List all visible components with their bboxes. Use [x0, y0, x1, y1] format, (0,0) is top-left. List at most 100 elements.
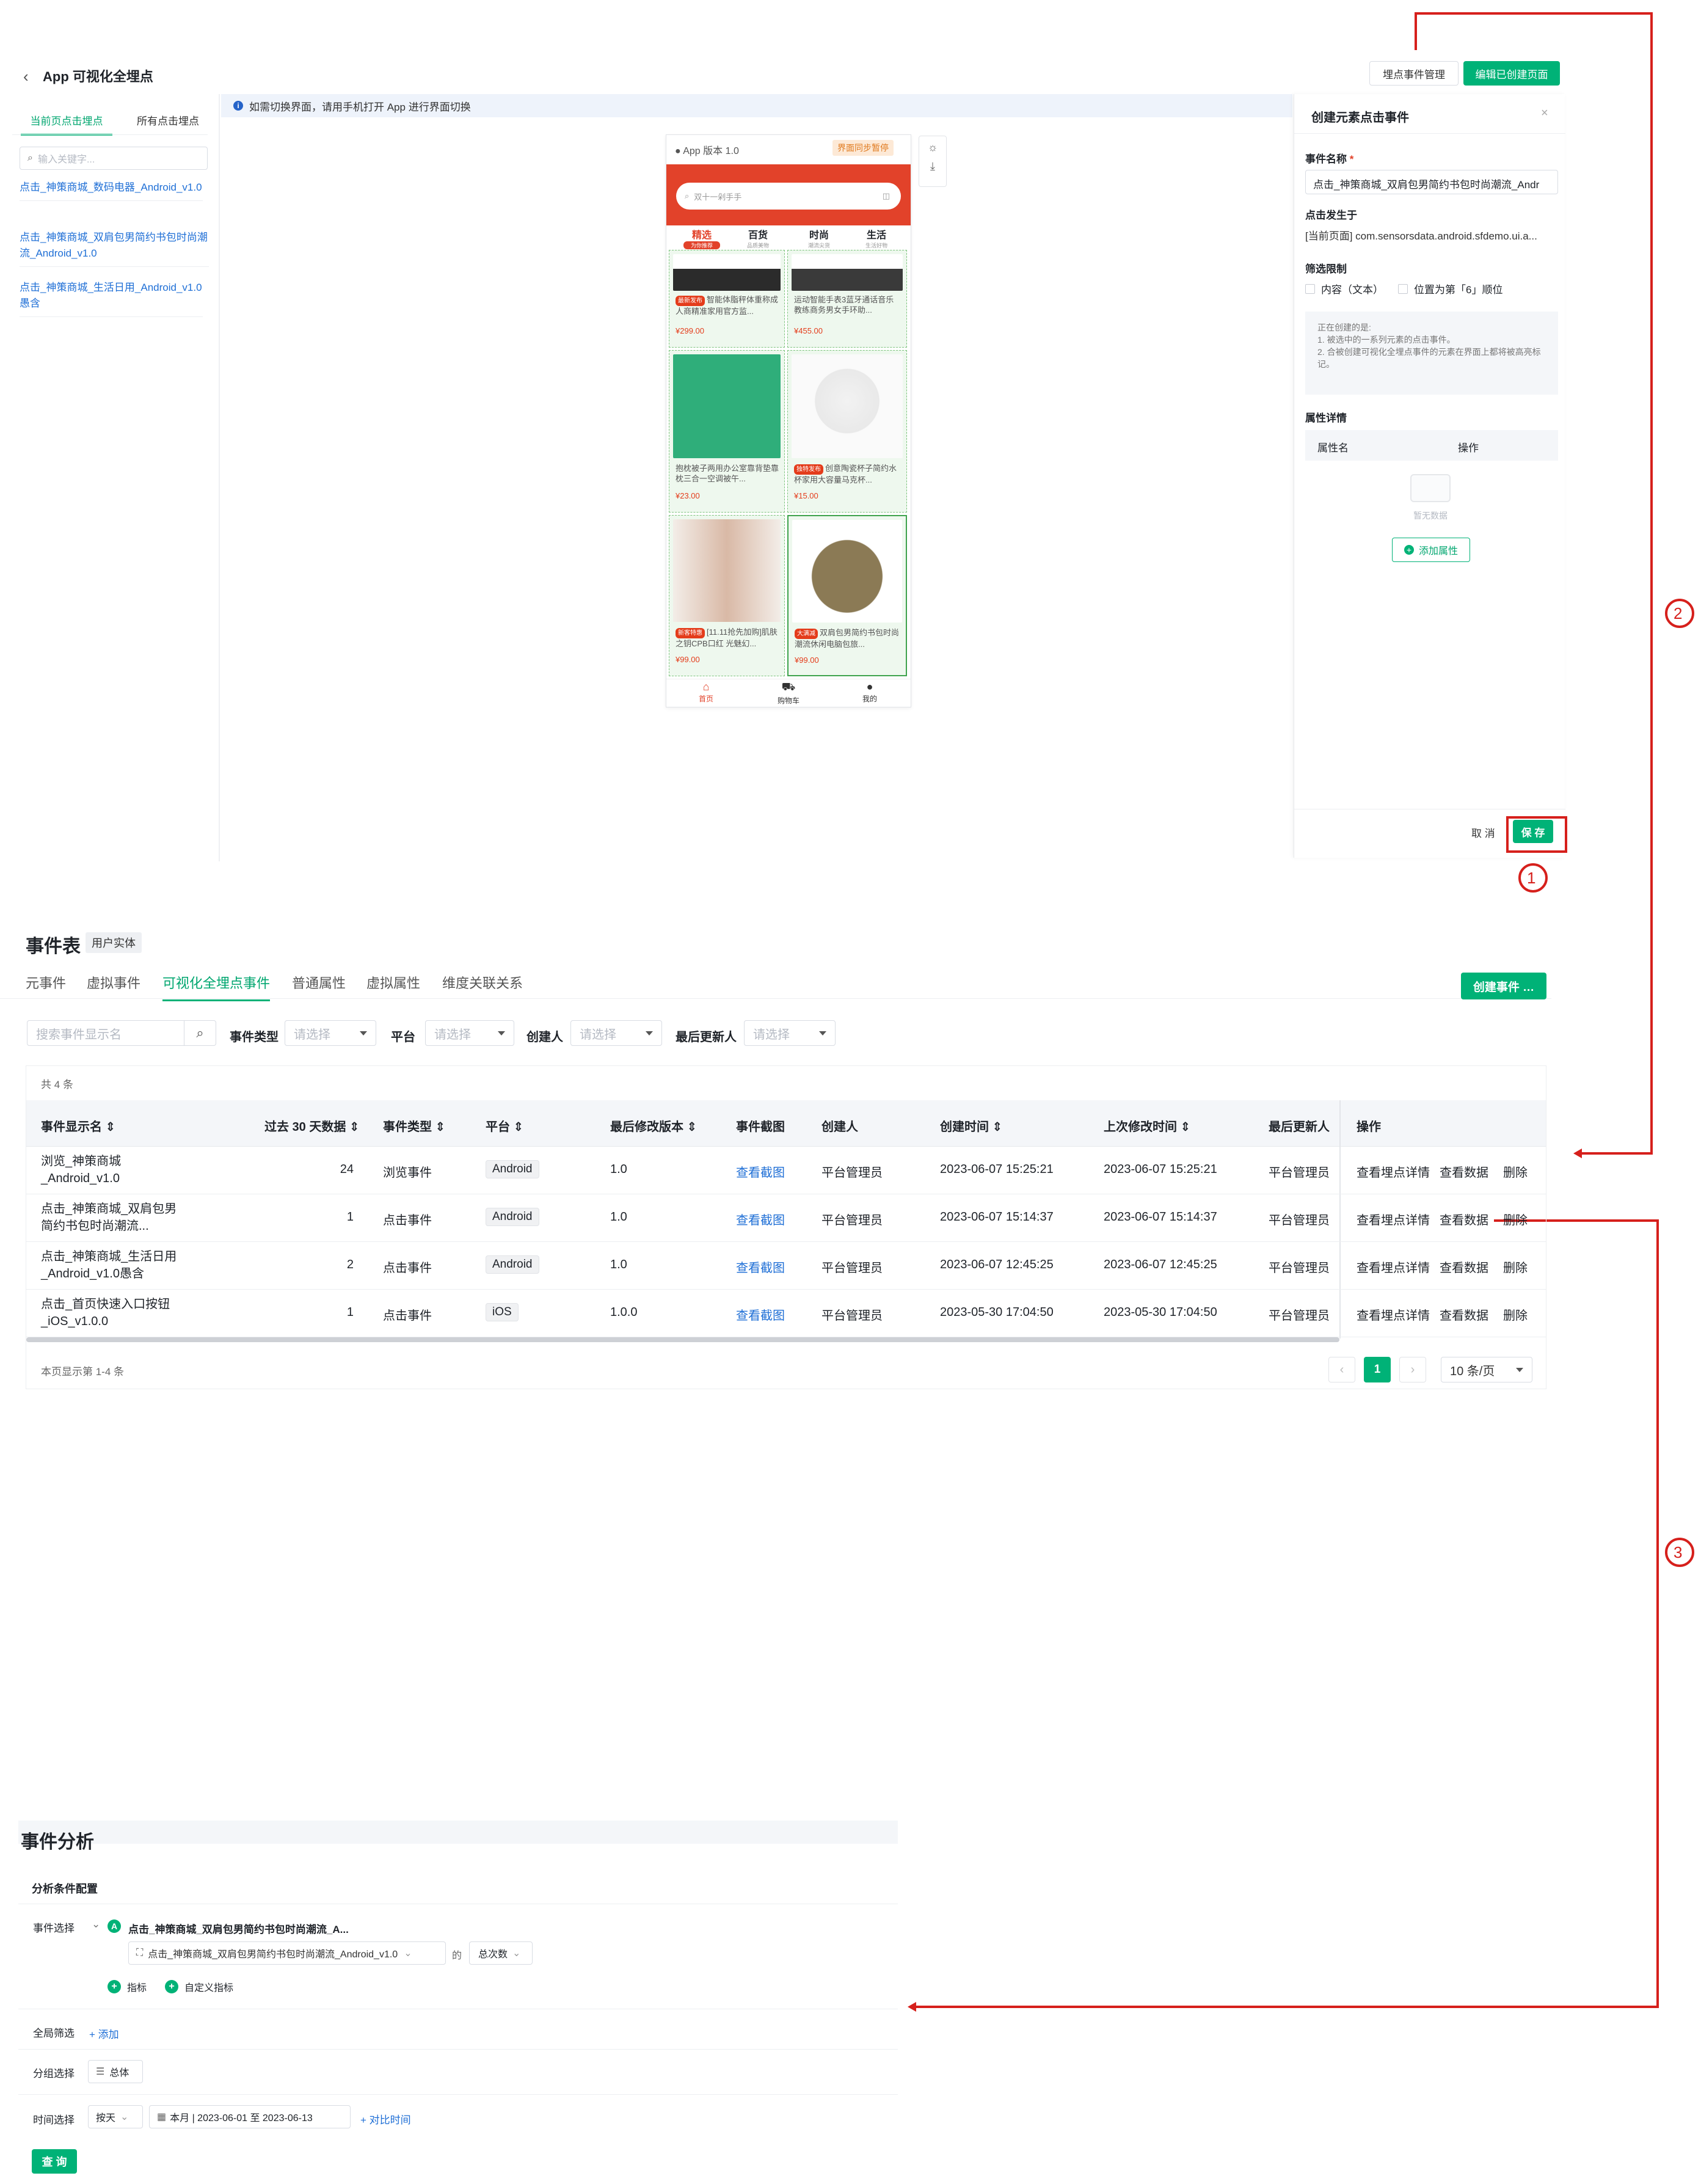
analysis-section: 事件分析 分析条件配置 事件选择 ⌄ A 点击_神策商城_双肩包男简约书包时尚潮…: [0, 1821, 898, 2184]
config-title: 分析条件配置: [32, 1883, 98, 1895]
cell-creator: 平台管理员: [821, 1214, 883, 1227]
chevron-down-icon: ⌄: [512, 1948, 521, 1959]
time-unit-select[interactable]: 按天 ⌄: [88, 2105, 143, 2128]
col-updater: 最后更新人: [1269, 1120, 1330, 1134]
col-30days[interactable]: 过去 30 天数据 ⇕: [264, 1117, 360, 1134]
view-data-link[interactable]: 查看数据: [1440, 1210, 1488, 1228]
delete-link[interactable]: 删除: [1503, 1210, 1528, 1228]
view-details-link[interactable]: 查看埋点详情: [1357, 1210, 1430, 1228]
filter-creator-select[interactable]: 请选择: [570, 1020, 662, 1046]
cell-platform: Android: [486, 1160, 539, 1178]
tab-meta-events[interactable]: 元事件: [26, 973, 66, 992]
cell-updater: 平台管理员: [1269, 1166, 1330, 1180]
group-select[interactable]: ☰ 总体: [88, 2060, 143, 2083]
metric-select[interactable]: 总次数 ⌄: [469, 1941, 533, 1965]
cell-modified: 2023-06-07 15:14:37: [1104, 1210, 1217, 1224]
chevron-down-icon: [498, 1031, 505, 1035]
view-data-link[interactable]: 查看数据: [1440, 1163, 1488, 1180]
view-data-link[interactable]: 查看数据: [1440, 1306, 1488, 1323]
view-details-link[interactable]: 查看埋点详情: [1357, 1306, 1430, 1323]
global-filter-label: 全局筛选: [33, 2028, 75, 2039]
event-search-input[interactable]: 搜索事件显示名 ⌕: [27, 1020, 216, 1046]
view-data-link[interactable]: 查看数据: [1440, 1258, 1488, 1276]
view-details-link[interactable]: 查看埋点详情: [1357, 1258, 1430, 1276]
col-name[interactable]: 事件显示名 ⇕: [41, 1117, 115, 1134]
plus-circle-icon: +: [165, 1980, 178, 1993]
of-text: 的: [452, 1951, 462, 1961]
events-title: 事件表: [26, 937, 81, 957]
cell-type: 点击事件: [383, 1262, 432, 1275]
view-screenshot-link[interactable]: 查看截图: [736, 1163, 785, 1180]
filter-platform-select[interactable]: 请选择: [425, 1020, 514, 1046]
event-dropdown[interactable]: ⛶ 点击_神策商城_双肩包男简约书包时尚潮流_Android_v1.0 ⌄: [128, 1941, 446, 1965]
delete-link[interactable]: 删除: [1503, 1306, 1528, 1323]
horizontal-scrollbar[interactable]: [26, 1337, 1339, 1342]
marker-number-3: 3: [1674, 1543, 1683, 1561]
col-actions: 操作: [1357, 1120, 1381, 1134]
cell-updater: 平台管理员: [1269, 1309, 1330, 1323]
cell-count: 24: [340, 1163, 354, 1176]
col-version[interactable]: 最后修改版本 ⇕: [610, 1117, 697, 1134]
save-highlight-box: [1506, 816, 1567, 853]
add-metric-button[interactable]: + 指标: [107, 1979, 147, 1994]
col-modified[interactable]: 上次修改时间 ⇕: [1104, 1117, 1190, 1134]
view-details-link[interactable]: 查看埋点详情: [1357, 1163, 1430, 1180]
delete-link[interactable]: 删除: [1503, 1163, 1528, 1180]
col-type[interactable]: 事件类型 ⇕: [383, 1117, 445, 1134]
cell-created: 2023-05-30 17:04:50: [940, 1306, 1054, 1319]
cell-type: 点击事件: [383, 1309, 432, 1323]
events-table-card: 共 4 条 事件显示名 ⇕ 过去 30 天数据 ⇕ 事件类型 ⇕ 平台 ⇕ 最后…: [26, 1065, 1546, 1389]
tab-dimension-relations[interactable]: 维度关联关系: [442, 973, 523, 992]
cell-modified: 2023-06-07 15:25:21: [1104, 1163, 1217, 1176]
time-range-picker[interactable]: ▦ 本月 | 2023-06-01 至 2023-06-13: [149, 2105, 351, 2128]
chevron-down-icon: ⌄: [404, 1948, 412, 1959]
add-custom-metric-button[interactable]: + 自定义指标: [165, 1979, 233, 1994]
view-screenshot-link[interactable]: 查看截图: [736, 1258, 785, 1276]
filter-event-type-label: 事件类型: [230, 1031, 279, 1044]
tab-visual-events[interactable]: 可视化全埋点事件: [162, 973, 271, 1001]
page-1-button[interactable]: 1: [1364, 1357, 1391, 1382]
tab-virtual-events[interactable]: 虚拟事件: [87, 973, 140, 992]
arrow-head-3: [908, 2002, 916, 2012]
view-screenshot-link[interactable]: 查看截图: [736, 1306, 785, 1323]
cell-count: 2: [346, 1258, 354, 1271]
compare-time-link[interactable]: + 对比时间: [360, 2111, 411, 2127]
filter-event-type-select[interactable]: 请选择: [285, 1020, 376, 1046]
filter-updater-label: 最后更新人: [676, 1031, 737, 1044]
cell-creator: 平台管理员: [821, 1309, 883, 1323]
filter-updater-select[interactable]: 请选择: [744, 1020, 836, 1046]
time-label: 时间选择: [33, 2114, 75, 2126]
cell-created: 2023-06-07 15:25:21: [940, 1163, 1054, 1176]
create-event-button[interactable]: 创建事件 …: [1461, 973, 1546, 999]
table-row: 浏览_神策商城 _Android_v1.0 24 浏览事件 Android 1.0 查看截图…: [26, 1147, 1546, 1194]
col-creator: 创建人: [821, 1120, 858, 1134]
query-button[interactable]: 查 询: [32, 2149, 77, 2174]
prev-page-button[interactable]: ‹: [1328, 1357, 1355, 1382]
page-info: 本页显示第 1-4 条: [41, 1366, 125, 1378]
view-screenshot-link[interactable]: 查看截图: [736, 1210, 785, 1228]
col-created[interactable]: 创建时间 ⇕: [940, 1117, 1002, 1134]
filter-creator-label: 创建人: [526, 1031, 563, 1044]
cell-modified: 2023-06-07 12:45:25: [1104, 1258, 1217, 1271]
next-page-button[interactable]: ›: [1399, 1357, 1426, 1382]
search-icon[interactable]: ⌕: [184, 1021, 216, 1045]
table-row: 点击_神策商城_双肩包男 简约书包时尚潮流... 1 点击事件 Android 1.0 查看…: [26, 1194, 1546, 1242]
delete-link[interactable]: 删除: [1503, 1258, 1528, 1276]
cell-created: 2023-06-07 12:45:25: [940, 1258, 1054, 1271]
total-count: 共 4 条: [41, 1079, 73, 1090]
chevron-down-icon: [819, 1031, 826, 1035]
page-size-select[interactable]: 10 条/页: [1441, 1357, 1532, 1382]
tab-normal-properties[interactable]: 普通属性: [292, 973, 346, 992]
col-platform[interactable]: 平台 ⇕: [486, 1117, 523, 1134]
cell-count: 1: [346, 1306, 354, 1319]
events-section: 事件表 用户实体 元事件 虚拟事件 可视化全埋点事件 普通属性 虚拟属性 维度关…: [0, 916, 1564, 1405]
cell-version: 1.0: [610, 1210, 627, 1224]
cell-updater: 平台管理员: [1269, 1214, 1330, 1227]
chevron-down-icon: [1516, 1367, 1523, 1372]
event-name[interactable]: 点击_神策商城_双肩包男简约书包时尚潮流_A...: [128, 1921, 349, 1936]
cell-platform: Android: [486, 1255, 539, 1274]
tab-virtual-properties[interactable]: 虚拟属性: [366, 973, 420, 992]
global-filter-add[interactable]: + 添加: [89, 2026, 119, 2041]
collapse-icon[interactable]: ⌄: [92, 1918, 100, 1930]
list-icon: ☰: [96, 2067, 105, 2077]
